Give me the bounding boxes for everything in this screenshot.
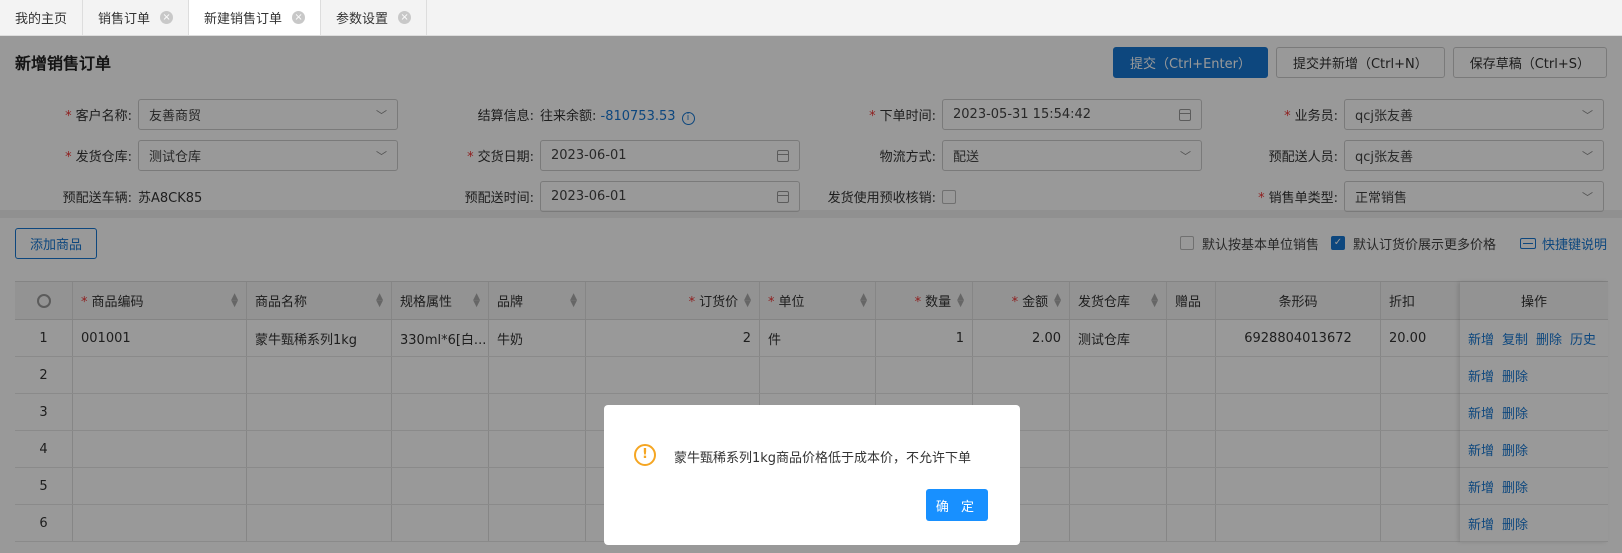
- tab-label: 新建销售订单: [204, 11, 283, 27]
- tab-label: 参数设置: [336, 11, 389, 27]
- tab-settings[interactable]: 参数设置 ×: [321, 0, 428, 35]
- close-icon[interactable]: ×: [292, 10, 306, 24]
- close-icon[interactable]: ×: [398, 10, 412, 24]
- tab-label: 我的主页: [15, 11, 68, 27]
- tab-label: 销售订单: [98, 11, 151, 27]
- tab-sales-orders[interactable]: 销售订单 ×: [83, 0, 190, 35]
- warning-icon: !: [634, 444, 656, 466]
- warning-dialog: ! 蒙牛甄稀系列1kg商品价格低于成本价，不允许下单 确 定: [604, 405, 1020, 545]
- close-icon[interactable]: ×: [160, 10, 174, 24]
- confirm-button[interactable]: 确 定: [926, 489, 988, 521]
- tab-bar: 我的主页 销售订单 × 新建销售订单 × 参数设置 ×: [0, 0, 1622, 36]
- tab-new-sales-order[interactable]: 新建销售订单 ×: [189, 0, 322, 35]
- tab-home[interactable]: 我的主页: [0, 0, 84, 35]
- dialog-message: 蒙牛甄稀系列1kg商品价格低于成本价，不允许下单: [674, 451, 972, 466]
